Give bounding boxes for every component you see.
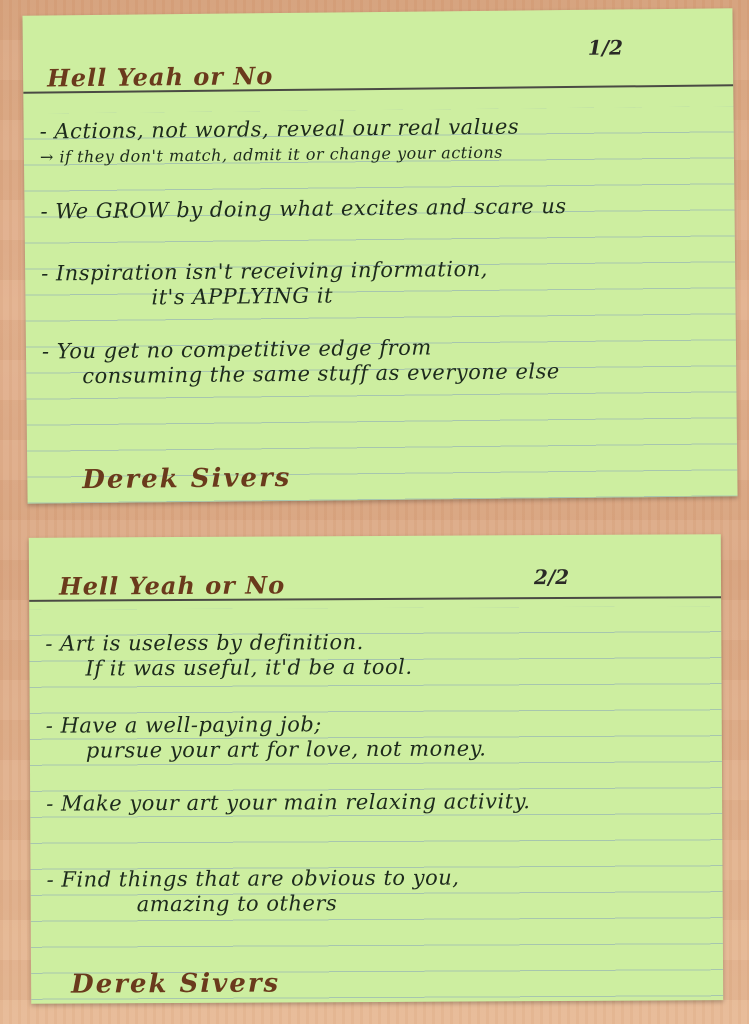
note-line: - Actions, not words, reveal our real va… <box>39 114 520 144</box>
page-number: 1/2 <box>587 35 624 60</box>
note-line: - You get no competitive edge from <box>41 335 432 364</box>
index-card-2: Hell Yeah or No 2/2 - Art is useless by … <box>28 534 724 1004</box>
note-line: amazing to others <box>136 891 338 917</box>
note-line: - Inspiration isn't receiving informatio… <box>41 256 488 286</box>
note-item: - Art is useless by definition. If it wa… <box>45 628 711 681</box>
signature: Derek Sivers <box>71 968 281 1000</box>
note-line: - Find things that are obvious to you, <box>46 865 460 892</box>
note-item: - Actions, not words, reveal our real va… <box>40 112 724 169</box>
card-title: Hell Yeah or No <box>58 570 286 601</box>
note-line: pursue your art for love, not money. <box>85 736 487 763</box>
note-line: - Art is useless by definition. <box>45 630 364 656</box>
signature: Derek Sivers <box>82 462 292 496</box>
note-line: - Make your art your main relaxing activ… <box>46 789 531 816</box>
note-item: - You get no competitive edge from consu… <box>42 332 726 389</box>
note-line: - Have a well-paying job; <box>45 712 322 738</box>
page-number: 2/2 <box>533 564 570 590</box>
note-item: - Find things that are obvious to you, a… <box>47 864 713 917</box>
note-item: - Make your art your main relaxing activ… <box>46 788 712 816</box>
note-line: If it was useful, it'd be a tool. <box>85 654 413 681</box>
index-card-1: Hell Yeah or No 1/2 - Actions, not words… <box>22 8 738 504</box>
card-title: Hell Yeah or No <box>46 61 274 93</box>
note-item: - Inspiration isn't receiving informatio… <box>41 254 725 311</box>
note-item: - Have a well-paying job; pursue your ar… <box>46 710 712 763</box>
note-line: - We GROW by doing what excites and scar… <box>40 194 567 224</box>
